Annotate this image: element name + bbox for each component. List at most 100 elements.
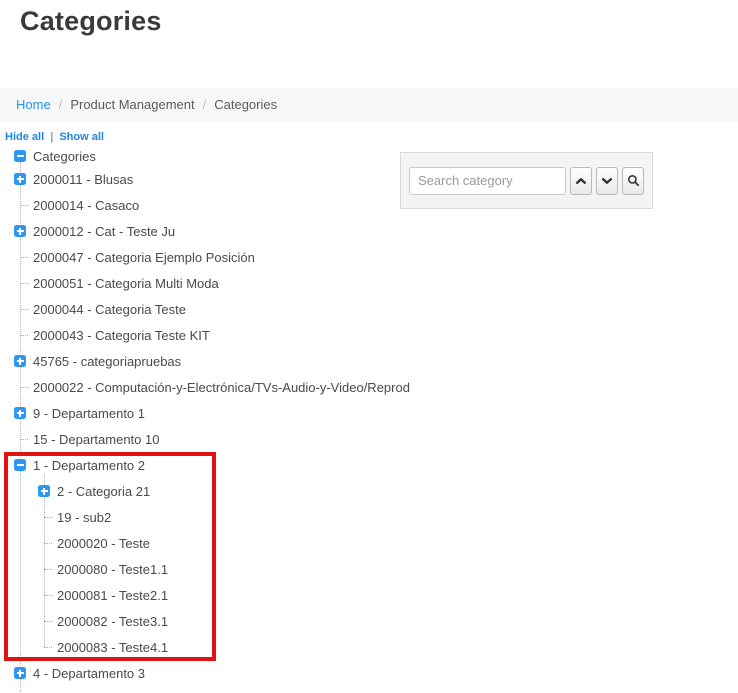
- leaf-connector: [20, 205, 28, 206]
- expand-toggle-icon[interactable]: [14, 355, 26, 367]
- tree-node-row: 15 - Departamento 10: [14, 426, 410, 452]
- expand-toggle-icon[interactable]: [38, 485, 50, 497]
- expand-toggle-icon[interactable]: [14, 225, 26, 237]
- hide-all-link[interactable]: Hide all: [5, 131, 44, 143]
- leaf-connector: [44, 595, 52, 596]
- chevron-up-icon: [575, 175, 587, 187]
- leaf-connector: [20, 283, 28, 284]
- breadcrumb-link-home[interactable]: Home: [16, 97, 51, 112]
- show-all-link[interactable]: Show all: [59, 131, 104, 143]
- tree-node-row: 2000081 - Teste2.1: [38, 582, 410, 608]
- tree-node: 2000012 - Cat - Teste Ju: [20, 218, 410, 244]
- leaf-connector: [20, 309, 28, 310]
- tree-node: 9 - Departamento 1: [20, 400, 410, 426]
- tree-node-row: 2000020 - Teste: [38, 530, 410, 556]
- tree-node-label[interactable]: 45765 - categoriapruebas: [33, 354, 181, 369]
- tree-node-label[interactable]: 2000012 - Cat - Teste Ju: [33, 224, 175, 239]
- search-button[interactable]: [622, 167, 644, 195]
- tree-node-label[interactable]: Categories: [33, 149, 96, 164]
- tree-node-label[interactable]: 19 - sub2: [57, 510, 111, 525]
- tree-node-row: 2000011 - Blusas: [14, 166, 410, 192]
- expand-toggle-icon[interactable]: [14, 667, 26, 679]
- tree-node-row: 2000080 - Teste1.1: [38, 556, 410, 582]
- breadcrumb: Home / Product Management / Categories: [0, 88, 738, 121]
- tree-children: 2 - Categoria 21 19 - sub2 2000020 - Teste…: [44, 478, 410, 660]
- tree-node: 2000081 - Teste2.1: [44, 582, 410, 608]
- tree-node-row: 2000043 - Categoria Teste KIT: [14, 322, 410, 348]
- tree-node: 2000082 - Teste3.1: [44, 608, 410, 634]
- tree-node: 1 - Departamento 2 2 - Categoria 21 19 - s…: [20, 452, 410, 660]
- tree-node-row: 1 - Departamento 2: [14, 452, 410, 478]
- tree-node: 2000022 - Computación-y-Electrónica/TVs-…: [20, 374, 410, 400]
- tree-children: 2000011 - Blusas 2000014 - Casaco 2000012 …: [20, 166, 410, 686]
- expand-toggle-icon[interactable]: [14, 173, 26, 185]
- tree-node-row: 2000022 - Computación-y-Electrónica/TVs-…: [14, 374, 410, 400]
- leaf-connector: [44, 569, 52, 570]
- tree-node-row: 2000051 - Categoria Multi Moda: [14, 270, 410, 296]
- category-tree: Categories 2000011 - Blusas 2000014 - Cas…: [0, 146, 410, 686]
- collapse-toggle-icon[interactable]: [14, 150, 26, 162]
- tree-node-label[interactable]: 2 - Categoria 21: [57, 484, 150, 499]
- leaf-connector: [20, 257, 28, 258]
- tree-node-row: 2000012 - Cat - Teste Ju: [14, 218, 410, 244]
- tree-node: 2000051 - Categoria Multi Moda: [20, 270, 410, 296]
- tree-node: 2000011 - Blusas: [20, 166, 410, 192]
- breadcrumb-item-categories: Categories: [214, 97, 277, 112]
- tree-node: 2000020 - Teste: [44, 530, 410, 556]
- tree-node: 2000080 - Teste1.1: [44, 556, 410, 582]
- tree-node: 45765 - categoriapruebas: [20, 348, 410, 374]
- leaf-connector: [44, 647, 52, 648]
- tree-node-label[interactable]: 2000047 - Categoria Ejemplo Posición: [33, 250, 255, 265]
- collapse-toggle-icon[interactable]: [14, 459, 26, 471]
- chevron-down-icon: [601, 175, 613, 187]
- tree-node: 2000044 - Categoria Teste: [20, 296, 410, 322]
- tree-node-label[interactable]: 2000081 - Teste2.1: [57, 588, 168, 603]
- tree-node-row: 2000014 - Casaco: [14, 192, 410, 218]
- tree-node-label[interactable]: 2000014 - Casaco: [33, 198, 139, 213]
- tree-node-label[interactable]: 2000020 - Teste: [57, 536, 150, 551]
- category-search-panel: [400, 152, 653, 209]
- tree-node: 2000047 - Categoria Ejemplo Posición: [20, 244, 410, 270]
- tree-controls-separator: |: [50, 131, 53, 143]
- tree-node-row: 2000044 - Categoria Teste: [14, 296, 410, 322]
- tree-node-label[interactable]: 2000011 - Blusas: [33, 172, 133, 187]
- tree-root-row: Categories: [0, 146, 410, 166]
- tree-node-label[interactable]: 2000043 - Categoria Teste KIT: [33, 328, 210, 343]
- tree-node-label[interactable]: 2000080 - Teste1.1: [57, 562, 168, 577]
- leaf-connector: [20, 335, 28, 336]
- tree-node: 2000083 - Teste4.1: [44, 634, 410, 660]
- expand-toggle-icon[interactable]: [14, 407, 26, 419]
- tree-node: 2000014 - Casaco: [20, 192, 410, 218]
- tree-node-row: 2000083 - Teste4.1: [38, 634, 410, 660]
- leaf-connector: [44, 517, 52, 518]
- tree-node-row: 45765 - categoriapruebas: [14, 348, 410, 374]
- leaf-connector: [44, 543, 52, 544]
- tree-node-label[interactable]: 4 - Departamento 3: [33, 666, 145, 681]
- tree-node-row: 9 - Departamento 1: [14, 400, 410, 426]
- tree-node-label[interactable]: 15 - Departamento 10: [33, 432, 159, 447]
- tree-node: 2000043 - Categoria Teste KIT: [20, 322, 410, 348]
- tree-controls: Hide all | Show all: [5, 131, 104, 143]
- tree-node-row: 19 - sub2: [38, 504, 410, 530]
- breadcrumb-item-product-management: Product Management: [70, 97, 194, 112]
- tree-node-label[interactable]: 2000022 - Computación-y-Electrónica/TVs-…: [33, 380, 410, 395]
- tree-node: 2 - Categoria 21: [44, 478, 410, 504]
- leaf-connector: [44, 621, 52, 622]
- previous-match-button[interactable]: [570, 167, 592, 195]
- tree-node-label[interactable]: 2000044 - Categoria Teste: [33, 302, 186, 317]
- page-title: Categories: [20, 6, 162, 37]
- tree-node-row: 2 - Categoria 21: [38, 478, 410, 504]
- tree-node-label[interactable]: 9 - Departamento 1: [33, 406, 145, 421]
- breadcrumb-separator: /: [59, 97, 63, 112]
- tree-node-label[interactable]: 1 - Departamento 2: [33, 458, 145, 473]
- search-category-input[interactable]: [409, 167, 566, 195]
- next-match-button[interactable]: [596, 167, 618, 195]
- leaf-connector: [20, 439, 28, 440]
- tree-node: 4 - Departamento 3: [20, 660, 410, 686]
- tree-node-label[interactable]: 2000083 - Teste4.1: [57, 640, 168, 655]
- breadcrumb-separator: /: [203, 97, 207, 112]
- tree-node-row: 2000047 - Categoria Ejemplo Posición: [14, 244, 410, 270]
- tree-node-label[interactable]: 2000082 - Teste3.1: [57, 614, 168, 629]
- tree-node-label[interactable]: 2000051 - Categoria Multi Moda: [33, 276, 219, 291]
- categories-page: Categories Home / Product Management / C…: [0, 0, 738, 693]
